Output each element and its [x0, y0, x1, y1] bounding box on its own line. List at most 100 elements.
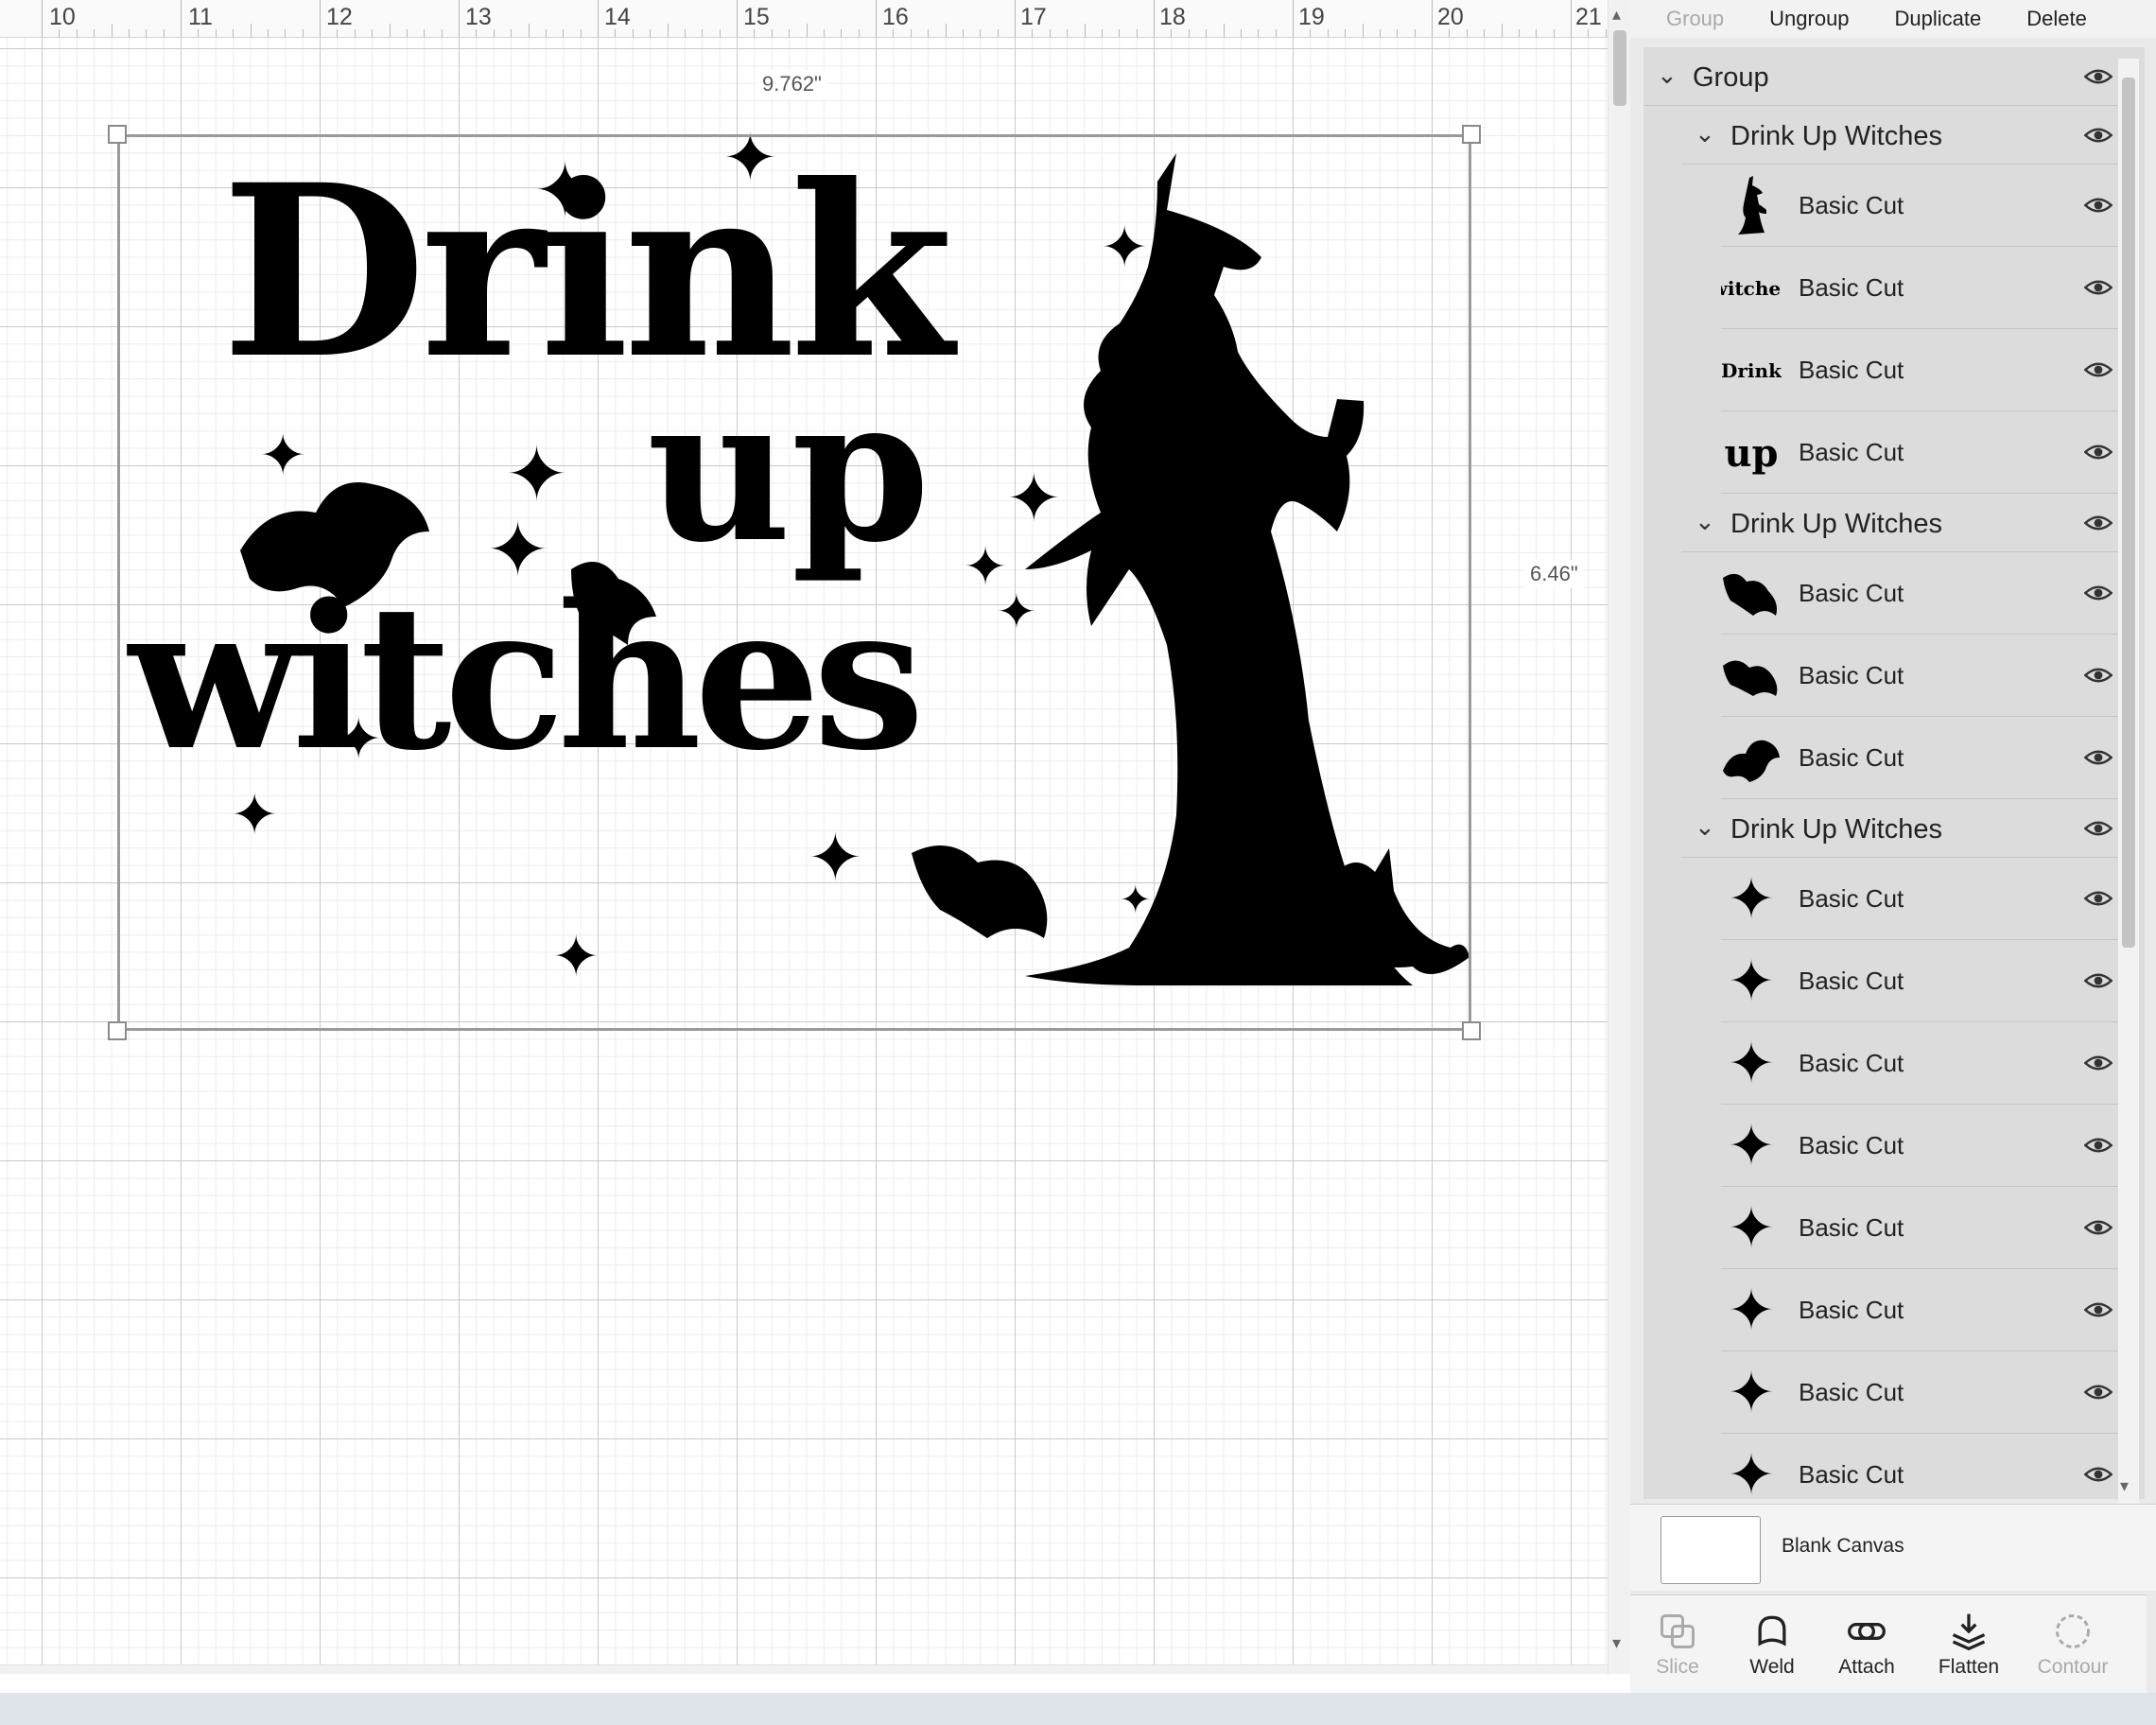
attach-button[interactable]: Attach: [1819, 1595, 1914, 1694]
eye-icon[interactable]: [2084, 579, 2113, 607]
ruler-tick: [1310, 29, 1312, 37]
ruler-tick: [441, 29, 443, 37]
layer-item-row[interactable]: ✦ Basic Cut: [1721, 858, 2126, 940]
horizontal-ruler: 10 11 12 13 14 15 16 17 18 19 20 21: [0, 0, 1608, 38]
ruler-tick: [459, 0, 460, 37]
group-button[interactable]: Group: [1630, 7, 1747, 31]
ruler-tick: [771, 29, 773, 37]
ruler-tick: [1484, 29, 1486, 37]
resize-handle-bottom-right[interactable]: [1462, 1021, 1481, 1040]
layer-item-row[interactable]: ✦ Basic Cut: [1721, 1105, 2126, 1187]
delete-button[interactable]: Delete: [2004, 7, 2110, 31]
ruler-tick: [354, 29, 356, 37]
contour-button[interactable]: Contour: [2026, 1595, 2120, 1694]
ruler-tick: [1240, 29, 1242, 37]
scroll-down-arrow-icon[interactable]: ▾: [2120, 1477, 2129, 1494]
ruler-tick: [42, 0, 43, 37]
attach-icon: [1848, 1623, 1886, 1640]
slice-button[interactable]: Slice: [1630, 1595, 1725, 1694]
up-text-thumbnail: up: [1724, 430, 1779, 476]
eye-icon[interactable]: [2084, 814, 2113, 843]
layer-group-row[interactable]: ⌄ Drink Up Witches: [1681, 799, 2126, 858]
layer-group-row[interactable]: ⌄ Group: [1643, 47, 2126, 106]
eye-icon[interactable]: [2084, 884, 2113, 913]
ruler-number: 12: [326, 4, 353, 30]
layer-item-row[interactable]: Basic Cut: [1721, 165, 2126, 247]
eye-icon[interactable]: [2084, 967, 2113, 995]
eye-icon[interactable]: [2084, 356, 2113, 384]
ruler-tick: [1571, 0, 1572, 37]
canvas-vertical-scrollbar[interactable]: ▴ ▾: [1608, 0, 1630, 1674]
eye-icon[interactable]: [2084, 1296, 2113, 1324]
ruler-tick: [1171, 29, 1173, 37]
layer-list[interactable]: ⌄ Group ⌄ Drink Up Witches Basic Cut wit…: [1643, 47, 2145, 1499]
height-dimension-label: 6.46": [1524, 560, 1584, 588]
ruler-tick: [1119, 29, 1121, 37]
eye-icon[interactable]: [2084, 62, 2113, 91]
layer-item-row[interactable]: ✦ Basic Cut: [1721, 1269, 2126, 1351]
canvas-scrollbar-thumb[interactable]: [1613, 30, 1626, 106]
eye-icon[interactable]: [2084, 1131, 2113, 1159]
chevron-down-icon[interactable]: ⌄: [1695, 509, 1715, 533]
eye-icon[interactable]: [2084, 121, 2113, 149]
eye-icon[interactable]: [2084, 1213, 2113, 1242]
eye-icon[interactable]: [2084, 438, 2113, 466]
resize-handle-bottom-left[interactable]: [108, 1021, 127, 1040]
ungroup-button[interactable]: Ungroup: [1747, 7, 1871, 31]
layer-item-row[interactable]: ✦ Basic Cut: [1721, 1187, 2126, 1269]
ruler-tick: [823, 29, 825, 37]
layer-item-row[interactable]: Basic Cut: [1721, 717, 2126, 799]
blank-canvas-row[interactable]: Blank Canvas: [1630, 1504, 2156, 1591]
layer-item-label: Basic Cut: [1799, 1460, 1904, 1489]
resize-handle-top-left[interactable]: [108, 125, 127, 144]
ruler-tick: [598, 0, 599, 37]
layer-item-row[interactable]: ✦ Basic Cut: [1721, 1022, 2126, 1105]
layer-group-row[interactable]: ⌄ Drink Up Witches: [1681, 494, 2126, 552]
resize-handle-top-right[interactable]: [1462, 125, 1481, 144]
ruler-tick: [1588, 29, 1590, 37]
layer-item-row[interactable]: witches Basic Cut: [1721, 247, 2126, 329]
flatten-button[interactable]: Flatten: [1921, 1595, 2016, 1694]
layer-item-row[interactable]: Drink Basic Cut: [1721, 329, 2126, 411]
layer-item-row[interactable]: Basic Cut: [1721, 635, 2126, 717]
eye-icon[interactable]: [2084, 509, 2113, 537]
canvas-horizontal-scrollbar[interactable]: ▸: [0, 1664, 1608, 1674]
duplicate-button[interactable]: Duplicate: [1872, 7, 2005, 31]
ruler-tick: [1379, 29, 1381, 37]
design-canvas[interactable]: 10 11 12 13 14 15 16 17 18 19 20 21 9.76…: [0, 0, 1608, 1674]
ruler-tick: [59, 29, 61, 37]
ruler-tick: [1049, 29, 1051, 37]
chevron-down-icon[interactable]: ⌄: [1695, 121, 1715, 146]
scroll-right-arrow-icon[interactable]: ▸: [1585, 1671, 1593, 1674]
layer-group-row[interactable]: ⌄ Drink Up Witches: [1681, 106, 2126, 165]
eye-icon[interactable]: [2084, 1378, 2113, 1406]
layer-item-row[interactable]: ✦ Basic Cut: [1721, 1351, 2126, 1434]
layer-item-label: Basic Cut: [1799, 661, 1904, 689]
layer-list-scrollbar[interactable]: ▾: [2118, 59, 2139, 1506]
layer-list-scrollbar-thumb[interactable]: [2122, 78, 2135, 948]
layer-item-row[interactable]: ✦ Basic Cut: [1721, 940, 2126, 1022]
canvas-color-swatch[interactable]: [1660, 1516, 1761, 1584]
ruler-tick: [737, 0, 738, 37]
ruler-tick: [667, 24, 669, 37]
layer-item-row[interactable]: Basic Cut: [1721, 552, 2126, 635]
scroll-down-arrow-icon[interactable]: ▾: [1612, 1634, 1621, 1651]
ruler-number: 14: [604, 4, 631, 30]
layer-item-row[interactable]: ✦ Basic Cut: [1721, 1434, 2126, 1499]
ruler-tick: [285, 29, 287, 37]
chevron-down-icon[interactable]: ⌄: [1695, 814, 1715, 839]
layer-item-row[interactable]: up Basic Cut: [1721, 411, 2126, 494]
eye-icon[interactable]: [2084, 743, 2113, 772]
eye-icon[interactable]: [2084, 1460, 2113, 1489]
weld-button[interactable]: Weld: [1725, 1595, 1819, 1694]
scroll-up-arrow-icon[interactable]: ▴: [1612, 6, 1621, 23]
ruler-tick: [928, 29, 930, 37]
ruler-tick: [1154, 0, 1155, 37]
selection-bounding-box[interactable]: [117, 134, 1471, 1031]
eye-icon[interactable]: [2084, 661, 2113, 689]
eye-icon[interactable]: [2084, 273, 2113, 302]
layer-item-label: Basic Cut: [1799, 1213, 1904, 1242]
chevron-down-icon[interactable]: ⌄: [1657, 62, 1678, 87]
eye-icon[interactable]: [2084, 1049, 2113, 1077]
eye-icon[interactable]: [2084, 191, 2113, 219]
